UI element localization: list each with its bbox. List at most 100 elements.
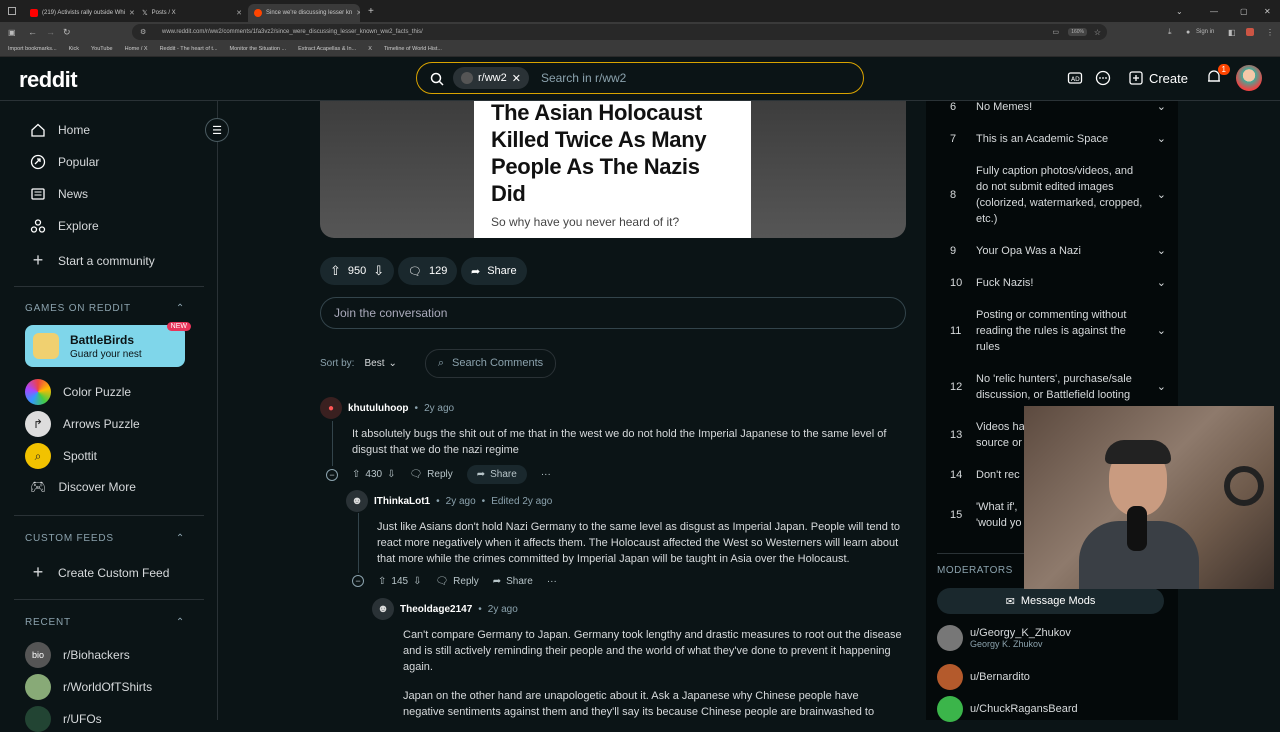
notifications-button[interactable]: 1 — [1206, 64, 1230, 87]
thread-line[interactable] — [358, 513, 359, 573]
upvote-icon[interactable]: ⇧ — [330, 263, 341, 279]
minimize-icon[interactable]: — — [1210, 7, 1218, 16]
rule-item[interactable]: 12 No 'relic hunters', purchase/sale disc… — [950, 371, 1166, 403]
signin-label[interactable]: Sign in — [1196, 29, 1214, 35]
reddit-logo[interactable]: reddit — [19, 67, 78, 93]
rule-item[interactable]: 11 Posting or commenting without reading … — [950, 307, 1166, 355]
create-custom-feed[interactable]: + Create Custom Feed — [30, 562, 170, 583]
moderator-item[interactable]: u/ChuckRagansBeard — [937, 696, 1078, 722]
comment-share-button[interactable]: ➦ Share — [493, 576, 533, 587]
bookmark-item[interactable]: Kick — [69, 46, 79, 52]
nav-popular[interactable]: Popular — [30, 154, 99, 170]
bookmark-star-icon[interactable]: ☆ — [1094, 28, 1101, 37]
nav-start-community[interactable]: + Start a community — [30, 250, 155, 271]
bookmark-item[interactable]: X — [368, 46, 372, 52]
more-options-icon[interactable]: ··· — [541, 469, 551, 480]
moderator-item[interactable]: u/Georgy_K_Zhukov Georgy K. Zhukov — [937, 625, 1071, 651]
page-scrollbar[interactable] — [1274, 101, 1280, 720]
remove-chip-icon[interactable]: ✕ — [512, 72, 521, 85]
bookmark-item[interactable]: Home / X — [125, 46, 148, 52]
rule-item[interactable]: 6 No Memes! ⌄ — [950, 99, 1166, 115]
search-bar[interactable]: r/ww2 ✕ Search in r/ww2 — [416, 62, 864, 94]
reply-button[interactable]: 🗨︎ Reply — [435, 576, 478, 587]
nav-explore[interactable]: Explore — [30, 218, 99, 234]
bookmark-item[interactable]: Extract Acapellas & In... — [298, 46, 356, 52]
close-window-icon[interactable]: ✕ — [1264, 7, 1271, 16]
avatar[interactable]: ☻ — [372, 598, 394, 620]
collapse-thread-icon[interactable]: − — [326, 468, 338, 481]
upvote-icon[interactable]: ⇧ — [352, 469, 360, 480]
comment-share-button[interactable]: ➦ Share — [466, 465, 527, 484]
rule-item[interactable]: 10 Fuck Nazis! ⌄ — [950, 275, 1166, 291]
comment-author[interactable]: Theoldage2147 — [400, 604, 472, 615]
more-options-icon[interactable]: ··· — [547, 576, 557, 587]
bookmark-item[interactable]: Import bookmarks... — [8, 46, 57, 52]
recent-header[interactable]: RECENT ⌃ — [25, 617, 185, 628]
reply-button[interactable]: 🗨︎ Reply — [409, 469, 452, 480]
comment-author[interactable]: khutuluhoop — [348, 403, 409, 414]
tab-actions-icon[interactable] — [8, 7, 16, 15]
rule-item[interactable]: 9 Your Opa Was a Nazi ⌄ — [950, 243, 1166, 259]
close-tab-icon[interactable]: ✕ — [236, 9, 242, 17]
game-color-puzzle[interactable]: Color Puzzle — [25, 379, 131, 405]
chat-icon[interactable] — [1095, 70, 1111, 86]
advertise-icon[interactable]: AD — [1067, 70, 1083, 86]
recent-item[interactable]: bio r/Biohackers — [25, 642, 130, 668]
subreddit-chip[interactable]: r/ww2 ✕ — [453, 67, 529, 89]
game-spottit[interactable]: ⌕ Spottit — [25, 443, 97, 469]
reload-icon[interactable]: ↻ — [63, 27, 71, 38]
avatar[interactable]: ☻ — [346, 490, 368, 512]
recent-item[interactable]: r/WorldOfTShirts — [25, 674, 152, 700]
bookmark-item[interactable]: Timeline of World Hist... — [384, 46, 442, 52]
menu-icon[interactable]: ⋮ — [1266, 28, 1274, 37]
browser-tab-2[interactable]: 𝕏 Posts / X ✕ — [136, 4, 248, 22]
search-comments-button[interactable]: ⌕ Search Comments — [424, 349, 557, 378]
message-mods-button[interactable]: ✉ Message Mods — [937, 588, 1164, 614]
browser-tab-3[interactable]: Since we're discussing lesser kn ✕ — [248, 4, 360, 22]
nav-home[interactable]: Home — [30, 122, 90, 138]
sort-dropdown[interactable]: Best ⌄ — [364, 358, 396, 369]
bookmark-item[interactable]: YouTube — [91, 46, 113, 52]
moderator-item[interactable]: u/Bernardito — [937, 664, 1030, 690]
comments-button[interactable]: 🗨︎ 129 — [398, 257, 458, 285]
profile-icon[interactable]: ● — [1186, 29, 1190, 36]
nav-news[interactable]: News — [30, 186, 88, 202]
close-tab-icon[interactable]: ✕ — [129, 9, 135, 17]
thread-line[interactable] — [332, 421, 333, 466]
downvote-icon[interactable]: ⇩ — [387, 469, 395, 480]
rule-item[interactable]: 7 This is an Academic Space ⌄ — [950, 131, 1166, 147]
browser-tab-1[interactable]: (219) Activists rally outside Whi ✕ — [24, 4, 136, 22]
recent-item[interactable]: r/UFOs — [25, 706, 102, 732]
user-avatar[interactable] — [1236, 65, 1262, 91]
zoom-level[interactable]: 160% — [1068, 28, 1087, 36]
downvote-icon[interactable]: ⇩ — [413, 576, 421, 587]
download-icon[interactable]: ⤓ — [1168, 27, 1172, 37]
join-conversation-input[interactable]: Join the conversation — [320, 297, 906, 329]
post-image[interactable]: The Asian Holocaust Killed Twice As Many… — [320, 101, 906, 238]
game-arrows-puzzle[interactable]: ↱ Arrows Puzzle — [25, 411, 140, 437]
new-tab-icon[interactable]: + — [368, 6, 374, 17]
tab-search-icon[interactable]: ⌄ — [1176, 7, 1183, 16]
featured-game-card[interactable]: BattleBirds Guard your nest NEW — [25, 322, 191, 367]
collapse-thread-icon[interactable]: − — [352, 575, 364, 587]
bookmark-item[interactable]: Monitor the Situation ... — [230, 46, 287, 52]
comment-author[interactable]: IThinkaLot1 — [374, 496, 430, 507]
back-icon[interactable]: ← — [28, 27, 37, 37]
close-tab-icon[interactable]: ✕ — [356, 9, 360, 17]
downvote-icon[interactable]: ⇩ — [373, 263, 384, 279]
avatar[interactable]: ● — [320, 397, 342, 419]
custom-feeds-header[interactable]: CUSTOM FEEDS ⌃ — [25, 533, 185, 544]
sidebar-toggle-icon[interactable]: ▣ — [8, 28, 16, 37]
upvote-icon[interactable]: ⇧ — [378, 576, 386, 587]
rule-item[interactable]: 8 Fully caption photos/videos, and do not… — [950, 163, 1166, 227]
create-button[interactable]: Create — [1123, 71, 1194, 86]
extension-badge-icon[interactable] — [1246, 28, 1254, 36]
cast-icon[interactable]: ▭ — [1052, 28, 1059, 36]
maximize-icon[interactable]: ▢ — [1240, 7, 1248, 16]
extensions-icon[interactable]: ◧ — [1228, 28, 1236, 37]
address-bar[interactable]: ⚙ www.reddit.com/r/ww2/comments/1fa3vz2/… — [132, 24, 1107, 40]
games-section-header[interactable]: GAMES ON REDDIT ⌃ — [25, 303, 185, 314]
search-input[interactable]: Search in r/ww2 — [541, 71, 626, 85]
share-button[interactable]: ➦ Share — [461, 257, 527, 285]
discover-more[interactable]: 🎮︎ Discover More — [30, 479, 136, 495]
